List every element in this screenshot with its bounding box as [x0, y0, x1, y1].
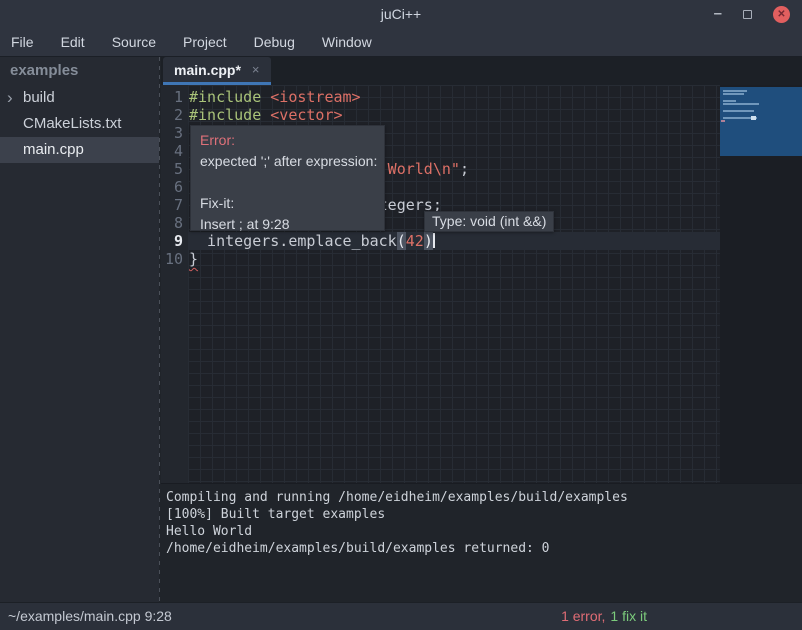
tree-item-build[interactable]: › build — [0, 85, 159, 111]
code-token: ( — [397, 232, 406, 250]
minimap-code-line — [721, 120, 725, 122]
terminal-line: Hello World — [166, 523, 802, 540]
tab-main-cpp[interactable]: main.cpp* × — [163, 57, 271, 85]
code-token: ; — [460, 160, 469, 178]
tab-close-icon[interactable]: × — [252, 63, 260, 77]
code-token: <iostream> — [270, 88, 360, 106]
build-output-terminal[interactable]: Compiling and running /home/eidheim/exam… — [161, 483, 802, 602]
title-bar[interactable]: juCi++ – ✕ — [0, 0, 802, 28]
code-token: 42 — [406, 232, 424, 250]
line-number: 9 — [161, 232, 188, 250]
line-number: 5 — [161, 160, 188, 178]
editor-pane: main.cpp* × 12345678910 #include <iostre… — [161, 57, 802, 602]
minimap-code-line — [723, 93, 744, 95]
tree-item-label: build — [23, 89, 55, 106]
chevron-right-icon[interactable]: › — [7, 85, 13, 110]
status-fixit-count: 1 fix it — [610, 608, 647, 624]
minimap-visible-region[interactable] — [720, 87, 802, 156]
line-number: 7 — [161, 196, 188, 214]
diagnostic-fixit-message: Insert ; at 9:28 — [200, 214, 375, 235]
terminal-line: Compiling and running /home/eidheim/exam… — [166, 489, 802, 506]
diagnostic-error-title: Error: — [200, 130, 375, 151]
code-token: #include — [189, 88, 270, 106]
text-cursor — [433, 233, 435, 248]
type-info-tooltip: Type: void (int &&) — [424, 211, 554, 232]
line-number-gutter: 12345678910 — [161, 85, 188, 483]
menu-project[interactable]: Project — [176, 28, 234, 56]
minimap-code-line — [723, 90, 747, 92]
tab-label: main.cpp* — [174, 62, 241, 78]
diagnostic-fixit-title: Fix-it: — [200, 193, 375, 214]
diagnostic-tooltip: Error: expected ';' after expression: Fi… — [190, 125, 385, 231]
terminal-line: /home/eidheim/examples/build/examples re… — [166, 540, 802, 557]
menu-bar: File Edit Source Project Debug Window — [0, 28, 802, 57]
line-number: 10 — [161, 250, 188, 268]
minimap-code-line — [723, 110, 754, 112]
minimap-code-line — [723, 103, 759, 105]
status-error-count: 1 error, — [561, 608, 605, 624]
code-token: } — [189, 250, 198, 268]
restore-button[interactable] — [743, 10, 752, 19]
line-number: 1 — [161, 88, 188, 106]
code-line-10[interactable]: } — [188, 250, 720, 268]
status-diagnostics: 1 error, 1 fix it — [561, 603, 647, 630]
file-tree: › build CMakeLists.txt main.cpp — [0, 85, 159, 163]
menu-window[interactable]: Window — [315, 28, 379, 56]
line-number: 8 — [161, 214, 188, 232]
minimize-button[interactable]: – — [714, 9, 722, 19]
terminal-line: [100%] Built target examples — [166, 506, 802, 523]
code-token: #include — [189, 106, 270, 124]
project-name: examples — [0, 57, 159, 85]
line-number: 2 — [161, 106, 188, 124]
tab-bar: main.cpp* × — [161, 57, 802, 85]
minimap-code-line — [723, 100, 736, 102]
line-number: 3 — [161, 124, 188, 142]
diagnostic-spacer — [200, 172, 375, 193]
tree-item-main-cpp[interactable]: main.cpp — [0, 137, 159, 163]
menu-source[interactable]: Source — [105, 28, 163, 56]
app-window: juCi++ – ✕ File Edit Source Project Debug Win… — [0, 0, 802, 630]
menu-debug[interactable]: Debug — [247, 28, 302, 56]
code-token: ) — [424, 232, 433, 250]
window-controls: – ✕ — [714, 0, 790, 28]
tree-item-cmakelists-txt[interactable]: CMakeLists.txt — [0, 111, 159, 137]
line-number: 6 — [161, 178, 188, 196]
close-button[interactable]: ✕ — [773, 6, 790, 23]
code-line-1[interactable]: #include <iostream> — [188, 88, 720, 106]
code-line-2[interactable]: #include <vector> — [188, 106, 720, 124]
main-area: examples › build CMakeLists.txt main.cpp ma… — [0, 57, 802, 602]
code-token: <vector> — [270, 106, 342, 124]
tree-item-label: CMakeLists.txt — [23, 115, 121, 132]
status-bar: ~/examples/main.cpp 9:28 1 error, 1 fix i… — [0, 602, 802, 630]
minimap[interactable] — [720, 85, 802, 483]
code-editor[interactable]: 12345678910 #include <iostream>#include … — [161, 85, 802, 483]
file-browser-sidebar: examples › build CMakeLists.txt main.cpp — [0, 57, 159, 602]
menu-edit[interactable]: Edit — [54, 28, 92, 56]
diagnostic-error-message: expected ';' after expression: — [200, 151, 375, 172]
line-number: 4 — [161, 142, 188, 160]
window-title: juCi++ — [0, 0, 802, 28]
tree-item-label: main.cpp — [23, 141, 84, 158]
menu-file[interactable]: File — [4, 28, 41, 56]
status-file-location: ~/examples/main.cpp 9:28 — [8, 603, 172, 630]
minimap-cursor-mark — [751, 116, 756, 120]
